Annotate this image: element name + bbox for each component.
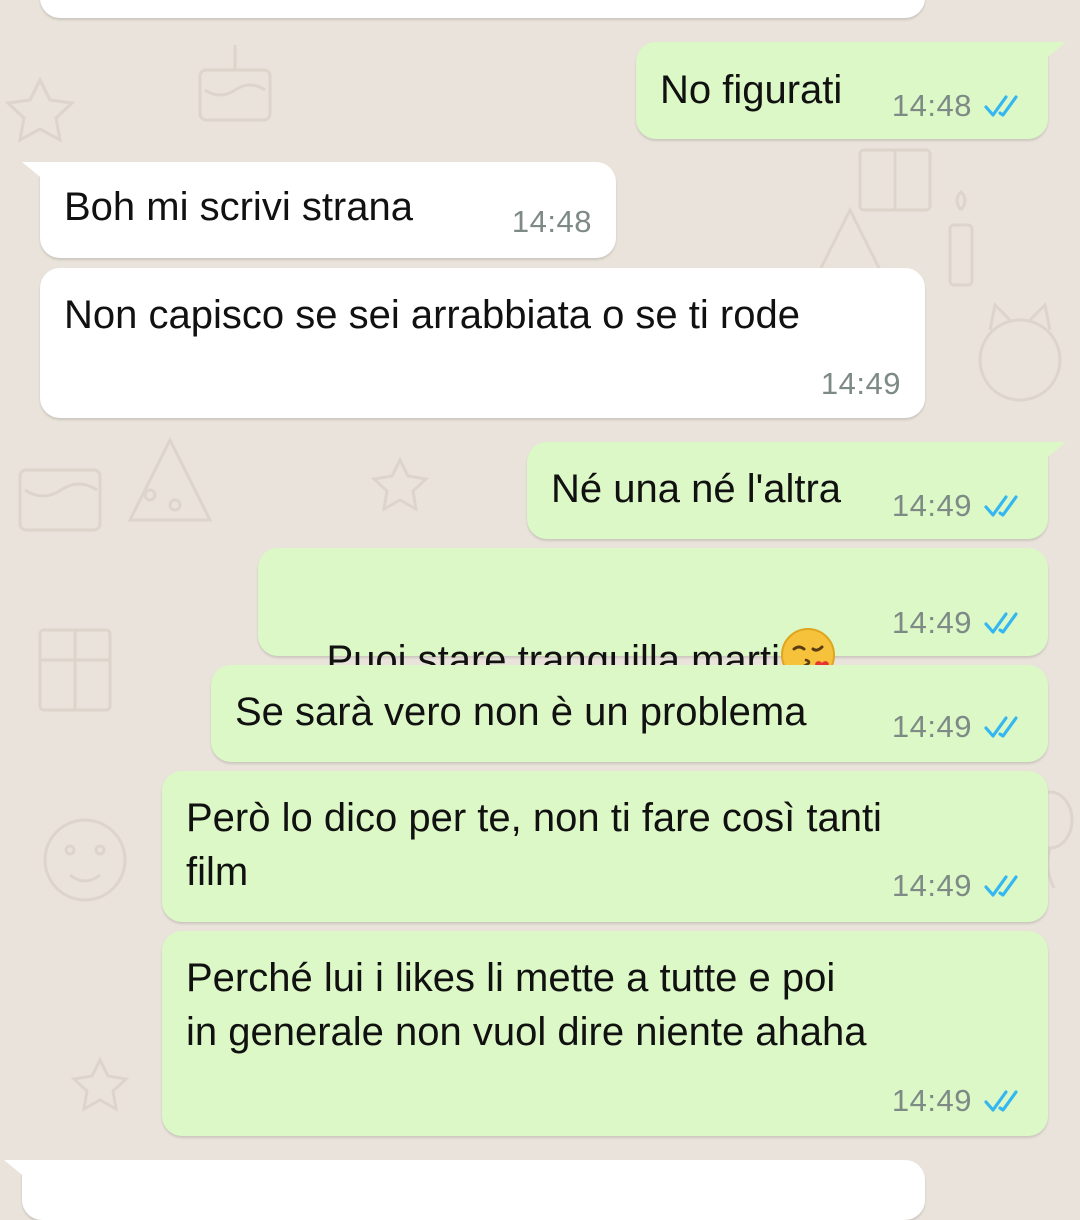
doodle-star-icon-3 <box>370 456 430 512</box>
message-time: 14:49 <box>891 1083 972 1118</box>
read-receipt-double-check-icon <box>984 1090 1018 1112</box>
read-receipt-double-check-icon <box>984 495 1018 517</box>
doodle-gift-icon <box>38 628 112 712</box>
message-bubble-top-cut[interactable] <box>40 0 925 18</box>
message-bubble[interactable]: No figurati 14:48 <box>636 42 1066 139</box>
doodle-star-icon-2 <box>70 1056 130 1112</box>
message-time: 14:49 <box>891 488 972 523</box>
message-time: 14:48 <box>891 88 972 123</box>
doodle-cake-icon-2 <box>18 468 102 532</box>
read-receipt-double-check-icon <box>984 716 1018 738</box>
message-meta: 14:49 <box>892 868 1024 904</box>
message-time: 14:48 <box>511 204 592 239</box>
doodle-cake-icon <box>198 45 272 122</box>
doodle-star-icon <box>4 76 76 143</box>
message-bubble[interactable]: Né una né l'altra 14:49 <box>527 442 1066 539</box>
message-time: 14:49 <box>891 605 972 640</box>
message-meta: 14:49 <box>892 1083 1024 1119</box>
doodle-face-icon <box>43 818 127 902</box>
message-time: 14:49 <box>820 366 901 401</box>
message-meta: 14:49 <box>821 366 901 402</box>
doodle-party-hat-icon <box>127 436 213 522</box>
message-bubble[interactable]: Puoi stare tranquilla marti 14:49 <box>258 548 1048 682</box>
message-meta: 14:49 <box>892 709 1024 745</box>
message-bubble-bottom-cut[interactable] <box>4 1160 925 1220</box>
read-receipt-double-check-icon <box>984 95 1018 117</box>
message-meta: 14:49 <box>892 605 1024 641</box>
message-meta: 14:48 <box>892 88 1024 124</box>
read-receipt-double-check-icon <box>984 612 1018 634</box>
message-bubble[interactable]: Perché lui i likes li mette a tutte e po… <box>162 931 1048 1136</box>
message-bubble[interactable]: Però lo dico per te, non ti fare così ta… <box>162 771 1048 922</box>
message-bubble[interactable]: Non capisco se sei arrabbiata o se ti ro… <box>40 268 925 418</box>
message-time: 14:49 <box>891 709 972 744</box>
doodle-party-hat-icon-2 <box>817 206 883 272</box>
doodle-gift-icon-2 <box>858 148 932 212</box>
message-meta: 14:49 <box>892 488 1024 524</box>
doodle-cat-icon <box>978 301 1062 402</box>
message-text: Non capisco se sei arrabbiata o se ti ro… <box>64 293 800 337</box>
message-meta: 14:48 <box>512 204 592 240</box>
read-receipt-double-check-icon <box>984 875 1018 897</box>
message-bubble[interactable]: Se sarà vero non è un problema 14:49 <box>211 665 1048 762</box>
message-time: 14:49 <box>891 868 972 903</box>
message-text: Perché lui i likes li mette a tutte e po… <box>186 956 867 1054</box>
message-bubble[interactable]: Boh mi scrivi strana 14:48 <box>22 162 616 258</box>
doodle-candle-icon <box>948 189 974 287</box>
